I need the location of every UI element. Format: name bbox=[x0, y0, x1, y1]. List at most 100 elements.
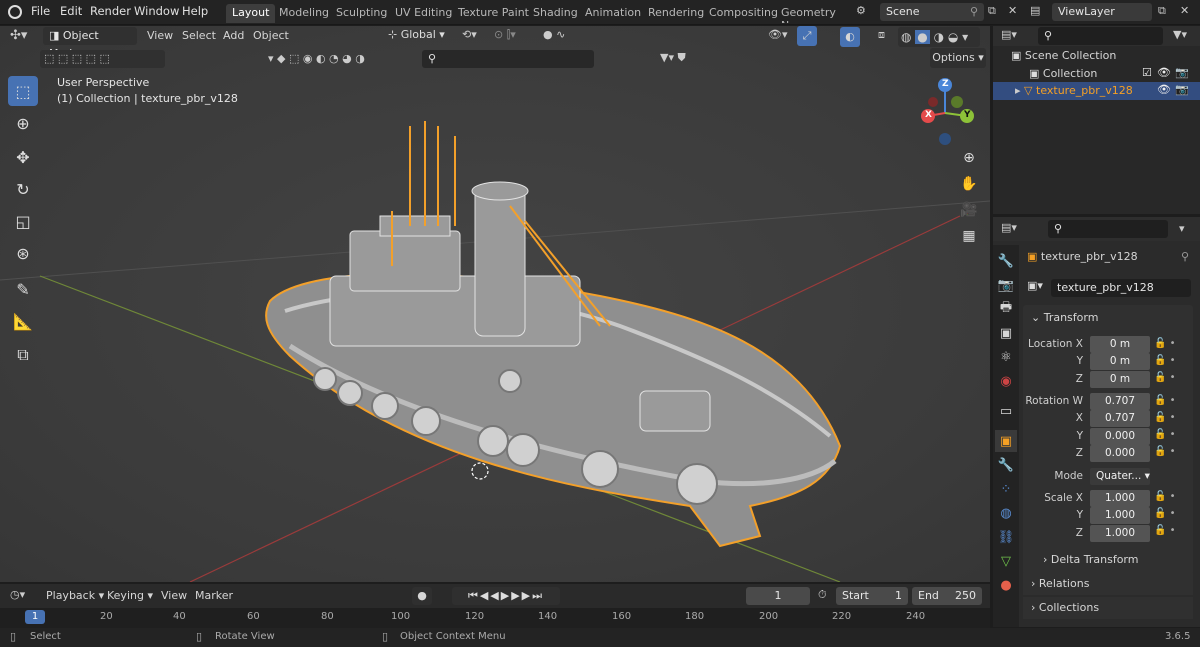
measure-tool[interactable]: 📐 bbox=[8, 306, 38, 336]
tab-layout[interactable]: Layout bbox=[226, 4, 276, 23]
relations-panel[interactable]: › Relations bbox=[1031, 577, 1089, 590]
timeline-editor-icon[interactable]: ◷▾ bbox=[10, 588, 25, 601]
lock-icon[interactable]: 🔓 • bbox=[1154, 372, 1184, 395]
timeline-ruler[interactable]: 1 20 40 60 80 100 120 140 160 180 200 22… bbox=[0, 608, 990, 628]
visibility-icon[interactable]: 👁▾ bbox=[768, 28, 788, 41]
dropdown-icon[interactable]: ▾ bbox=[1179, 222, 1185, 235]
move-tool[interactable]: ✥ bbox=[8, 142, 38, 172]
rotate-tool[interactable]: ↻ bbox=[8, 174, 38, 204]
lock-icon[interactable]: 🔓 • bbox=[1154, 395, 1184, 412]
camera-icon[interactable]: 📷 bbox=[1175, 66, 1189, 79]
scene-collection-row[interactable]: ▣ Scene Collection bbox=[1011, 49, 1116, 62]
scene-selector[interactable]: Scene ⚲ bbox=[880, 3, 984, 21]
constraints-tab-icon[interactable]: ⛓ bbox=[995, 526, 1017, 548]
filter-icon[interactable]: ▼▾ ⛊ bbox=[660, 51, 686, 65]
scale-y-field[interactable]: 1.000 bbox=[1090, 507, 1150, 524]
perspective-toggle-icon[interactable]: ▦ bbox=[958, 228, 980, 250]
lock-icon[interactable]: 🔓 • bbox=[1154, 412, 1184, 429]
collection-tab-icon[interactable]: ▭ bbox=[995, 400, 1017, 422]
mode-selector[interactable]: ◨ Object Mode ▾ bbox=[43, 27, 137, 60]
menu-add[interactable]: Add bbox=[223, 29, 244, 42]
tool-tab-icon[interactable]: 🔧 bbox=[995, 250, 1017, 272]
outliner-editor-icon[interactable]: ▤▾ bbox=[1001, 28, 1017, 41]
gizmo-toggle-icon[interactable]: ⤢ bbox=[797, 26, 817, 46]
tab-sculpting[interactable]: Sculpting bbox=[330, 4, 393, 23]
tab-uv-editing[interactable]: UV Editing bbox=[389, 4, 458, 23]
stopwatch-icon[interactable]: ⏱ bbox=[818, 588, 827, 602]
modifier-tab-icon[interactable]: 🔧 bbox=[995, 454, 1017, 476]
location-y-field[interactable]: 0 m bbox=[1090, 353, 1150, 370]
world-tab-icon[interactable]: ◉ bbox=[995, 370, 1017, 392]
object-name-field[interactable]: texture_pbr_v128 bbox=[1051, 279, 1191, 297]
shading-modes[interactable]: ◍ ● ◑ ◒ ▾ bbox=[898, 27, 980, 47]
camera-icon[interactable]: 📷 bbox=[1175, 83, 1189, 96]
tab-rendering[interactable]: Rendering bbox=[642, 4, 710, 23]
eye-icon[interactable]: 👁 bbox=[1157, 66, 1171, 79]
delete-view-layer-icon[interactable]: ✕ bbox=[1180, 4, 1189, 17]
playback-menu[interactable]: Playback ▾ bbox=[46, 589, 104, 602]
tab-compositing[interactable]: Compositing bbox=[703, 4, 784, 23]
xray-icon[interactable]: ⧈ bbox=[878, 28, 885, 42]
scene-tab-icon[interactable]: ⚛ bbox=[995, 346, 1017, 368]
tab-shading[interactable]: Shading bbox=[527, 4, 584, 23]
lock-icon[interactable]: 🔓 • bbox=[1154, 355, 1184, 372]
scale-z-field[interactable]: 1.000 bbox=[1090, 525, 1150, 542]
pivot-icon[interactable]: ⟲▾ bbox=[462, 28, 477, 41]
collection-row[interactable]: ▣ Collection bbox=[1029, 67, 1097, 80]
physics-tab-icon[interactable]: ◍ bbox=[995, 502, 1017, 524]
pin-icon[interactable]: ⚲ bbox=[970, 3, 978, 21]
menu-render[interactable]: Render bbox=[90, 4, 131, 18]
camera-view-icon[interactable]: 🎥 bbox=[958, 202, 980, 224]
zoom-icon[interactable]: ⊕ bbox=[958, 150, 980, 172]
pan-hand-icon[interactable]: ✋ bbox=[958, 176, 980, 198]
properties-editor-icon[interactable]: ▤▾ bbox=[1001, 221, 1017, 234]
render-tab-icon[interactable]: 📷 bbox=[995, 274, 1017, 296]
playhead[interactable]: 1 bbox=[25, 610, 45, 624]
annotate-tool[interactable]: ✎ bbox=[8, 274, 38, 304]
rotation-w-field[interactable]: 0.707 bbox=[1090, 393, 1150, 410]
tugboat-model[interactable] bbox=[0, 26, 990, 582]
blender-logo-icon[interactable] bbox=[8, 5, 22, 19]
tab-geometry-nodes[interactable]: Geometry Noc bbox=[775, 4, 849, 23]
delete-scene-icon[interactable]: ✕ bbox=[1008, 4, 1017, 17]
object-datablock-selector[interactable]: ▣▾ bbox=[1027, 279, 1043, 292]
material-tab-icon[interactable]: ● bbox=[995, 574, 1017, 596]
tab-animation[interactable]: Animation bbox=[579, 4, 647, 23]
lock-icon[interactable]: 🔓 • bbox=[1154, 508, 1184, 525]
viewport-search-input[interactable]: ⚲ bbox=[422, 50, 594, 68]
delta-transform-panel[interactable]: › Delta Transform bbox=[1043, 553, 1138, 566]
record-button[interactable]: ● bbox=[412, 587, 432, 605]
output-tab-icon[interactable]: 🖶 bbox=[995, 298, 1017, 320]
new-view-layer-icon[interactable]: ⧉ bbox=[1158, 4, 1166, 18]
view-layer-tab-icon[interactable]: ▣ bbox=[995, 322, 1017, 344]
lock-icon[interactable]: 🔓 • bbox=[1154, 525, 1184, 542]
lock-icon[interactable]: 🔓 • bbox=[1154, 446, 1184, 491]
eye-icon[interactable]: 👁 bbox=[1157, 83, 1171, 96]
menu-file[interactable]: File bbox=[31, 4, 50, 18]
menu-window[interactable]: Window bbox=[134, 4, 179, 18]
menu-help[interactable]: Help bbox=[182, 4, 208, 18]
rotation-z-field[interactable]: 0.000 bbox=[1090, 445, 1150, 462]
proportional-edit-icon[interactable]: ● ∿ bbox=[543, 28, 565, 41]
data-tab-icon[interactable]: ▽ bbox=[995, 550, 1017, 572]
location-x-field[interactable]: 0 m bbox=[1090, 336, 1150, 353]
menu-edit[interactable]: Edit bbox=[60, 4, 82, 18]
rotation-x-field[interactable]: 0.707 bbox=[1090, 410, 1150, 427]
particles-tab-icon[interactable]: ⁘ bbox=[995, 478, 1017, 500]
object-tab-icon[interactable]: ▣ bbox=[995, 430, 1017, 452]
menu-select[interactable]: Select bbox=[182, 29, 216, 42]
pin-icon[interactable]: ⚲ bbox=[1181, 250, 1189, 263]
tab-texture-paint[interactable]: Texture Paint bbox=[452, 4, 535, 23]
options-button[interactable]: Options ▾ bbox=[930, 48, 986, 68]
playback-controls[interactable]: ⏮◀◀▶▶▶⏭ bbox=[452, 587, 560, 605]
current-frame-field[interactable]: 1 bbox=[746, 587, 810, 605]
editor-type-button[interactable]: ✣▾ bbox=[10, 28, 36, 46]
keying-menu[interactable]: Keying ▾ bbox=[107, 589, 153, 602]
start-frame-field[interactable]: Start 1 bbox=[836, 587, 908, 605]
lock-icon[interactable]: 🔓 • bbox=[1154, 491, 1184, 508]
properties-search-input[interactable]: ⚲ bbox=[1048, 220, 1168, 238]
lock-icon[interactable]: 🔓 • bbox=[1154, 429, 1184, 446]
snap-icon[interactable]: ⊙ ⫿▾ bbox=[494, 28, 516, 42]
tab-modeling[interactable]: Modeling bbox=[273, 4, 335, 23]
scene-icon[interactable]: ⚙ bbox=[856, 4, 866, 17]
